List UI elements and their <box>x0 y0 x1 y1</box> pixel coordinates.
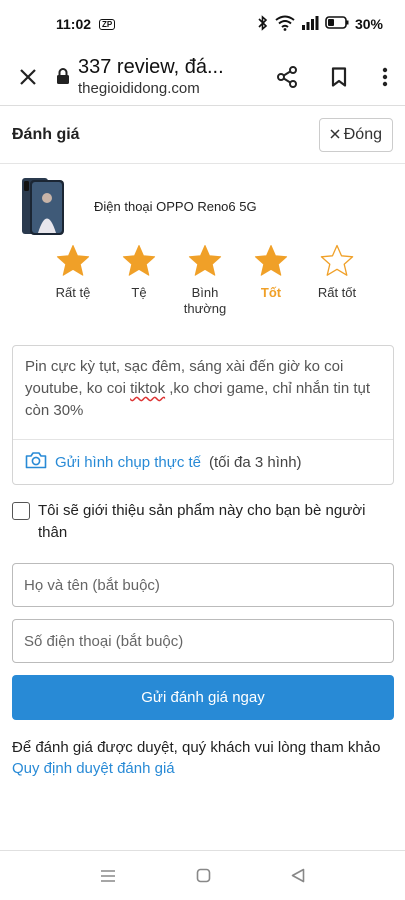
recommend-row[interactable]: Tôi sẽ giới thiệu sản phẩm này cho bạn b… <box>12 500 397 544</box>
close-tab-button[interactable] <box>0 48 56 106</box>
star-3[interactable]: Bình thường <box>172 244 238 317</box>
close-icon <box>330 126 340 144</box>
close-review-button[interactable]: Đóng <box>318 117 393 152</box>
status-bar: 11:02 ZP 30% <box>0 0 405 48</box>
battery-percent: 30% <box>354 16 383 32</box>
back-triangle-icon <box>291 868 305 883</box>
star-2[interactable]: Tệ <box>106 244 172 317</box>
home-button[interactable] <box>196 868 211 883</box>
star-1[interactable]: Rất tệ <box>40 244 106 317</box>
upload-photo-row[interactable]: Gửi hình chụp thực tế (tối đa 3 hình) <box>13 440 393 484</box>
share-icon <box>277 65 297 88</box>
star-4[interactable]: Tốt <box>238 244 304 317</box>
clock: 11:02 <box>56 16 92 32</box>
back-button[interactable] <box>291 868 305 883</box>
star-rating: Rất tệ Tệ Bình thường Tốt Rất tốt <box>40 244 370 317</box>
review-heading: Đánh giá <box>12 125 80 143</box>
camera-icon <box>25 451 47 473</box>
lock-icon[interactable] <box>56 67 72 87</box>
recommend-checkbox[interactable] <box>12 502 30 520</box>
more-vert-icon <box>382 67 388 86</box>
system-nav-bar <box>0 850 405 900</box>
star-icon <box>320 244 354 276</box>
square-icon <box>196 868 211 883</box>
close-label: Đóng <box>343 125 382 143</box>
upload-photo-link[interactable]: Gửi hình chụp thực tế <box>55 454 201 471</box>
star-5[interactable]: Rất tốt <box>304 244 370 317</box>
recents-button[interactable] <box>100 869 116 883</box>
star-label: Rất tệ <box>55 285 91 300</box>
star-label: Tệ <box>131 285 147 300</box>
star-icon <box>188 245 222 276</box>
review-textarea[interactable]: Pin cực kỳ tụt, sạc đêm, sáng xài đến gi… <box>13 346 393 440</box>
recommend-label: Tôi sẽ giới thiệu sản phẩm này cho bạn b… <box>38 502 366 541</box>
product-name: Điện thoại OPPO Reno6 5G <box>94 198 257 214</box>
misspelled-word: tiktok <box>130 380 166 397</box>
close-icon <box>20 68 36 85</box>
review-policy-link[interactable]: Quy định duyệt đánh giá <box>12 760 175 777</box>
bookmark-icon <box>331 66 347 87</box>
review-header: Đánh giá Đóng <box>0 106 405 164</box>
bluetooth-icon <box>257 14 269 34</box>
star-label: Rất tốt <box>317 285 357 300</box>
star-label: Bình thường <box>183 285 227 316</box>
name-field[interactable] <box>12 563 394 607</box>
bookmark-button[interactable] <box>313 48 365 106</box>
product-info: Điện thoại OPPO Reno6 5G <box>20 176 257 236</box>
signal-icon <box>301 15 319 33</box>
share-button[interactable] <box>261 48 313 106</box>
url-area[interactable]: 337 review, đá... thegioididong.com <box>78 56 261 97</box>
review-box: Pin cực kỳ tụt, sạc đêm, sáng xài đến gi… <box>12 345 394 485</box>
approval-note: Để đánh giá được duyệt, quý khách vui lò… <box>12 739 381 777</box>
photo-limit: (tối đa 3 hình) <box>209 453 302 471</box>
star-icon <box>56 245 90 276</box>
product-image <box>20 176 66 236</box>
battery-icon <box>325 16 349 32</box>
star-label: Tốt <box>260 285 282 300</box>
star-icon <box>122 245 156 276</box>
page-domain: thegioididong.com <box>78 80 200 97</box>
star-icon <box>254 245 288 276</box>
browser-toolbar: 337 review, đá... thegioididong.com <box>0 48 405 106</box>
wifi-icon <box>275 15 295 34</box>
submit-review-button[interactable]: Gửi đánh giá ngay <box>12 675 394 720</box>
menu-icon <box>101 869 115 882</box>
zp-icon: ZP <box>99 18 116 30</box>
more-menu-button[interactable] <box>365 48 405 106</box>
phone-field[interactable] <box>12 619 394 663</box>
page-title: 337 review, đá... <box>78 56 224 78</box>
